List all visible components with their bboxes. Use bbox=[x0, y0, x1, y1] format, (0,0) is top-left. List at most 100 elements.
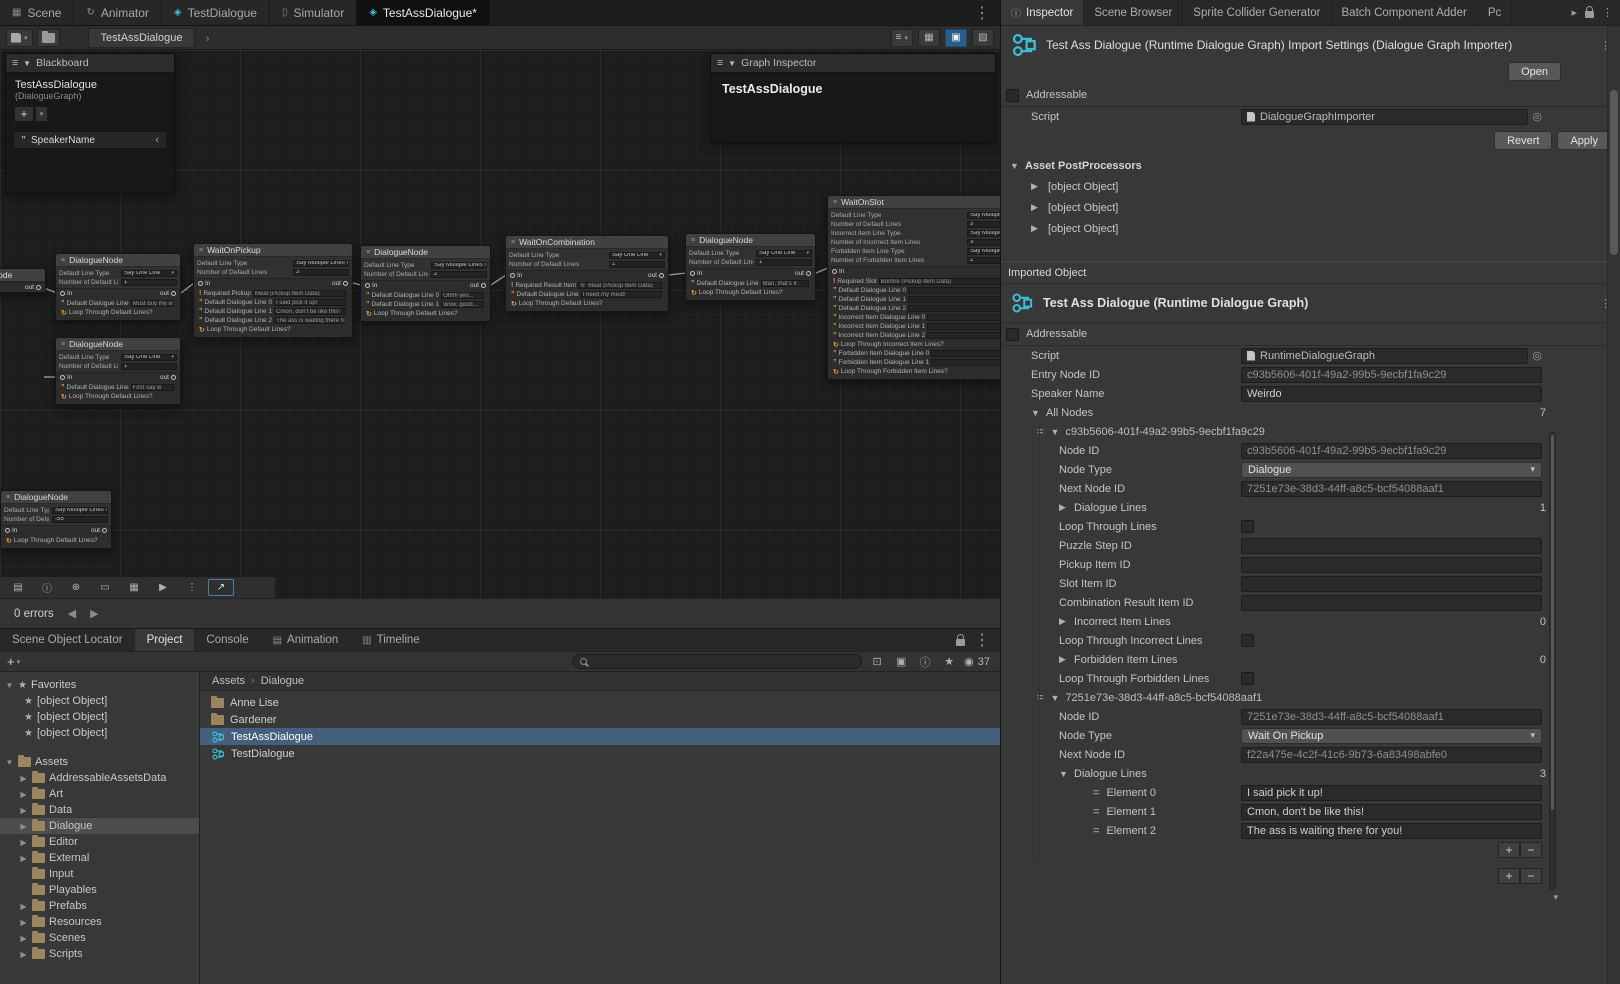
postprocessors-foldout[interactable]: ▼ Asset PostProcessors bbox=[1001, 155, 1620, 176]
expand-arrow-icon[interactable]: ▶ bbox=[19, 934, 28, 943]
speaker-name-field[interactable]: Weirdo bbox=[1241, 386, 1542, 402]
node-output-port[interactable]: out bbox=[795, 270, 811, 277]
node-row-field[interactable]: Must buy my w bbox=[131, 300, 174, 307]
node-row-field[interactable] bbox=[927, 314, 1000, 321]
combination-result-item-id-field[interactable] bbox=[1241, 595, 1542, 611]
slot-item-id-field[interactable] bbox=[1241, 576, 1542, 592]
drag-handle-icon[interactable]: = bbox=[1037, 692, 1043, 704]
node-input-port[interactable]: In bbox=[60, 374, 72, 381]
expand-arrow-icon[interactable]: ▶ bbox=[19, 774, 28, 783]
node-parameter-value[interactable]: 1 bbox=[609, 261, 665, 268]
previous-error-button[interactable]: ◀ bbox=[68, 607, 76, 620]
project-toolbar-icon-button[interactable]: ⓘ bbox=[916, 654, 934, 670]
scroll-down-icon[interactable]: ▾ bbox=[1553, 892, 1558, 903]
next-node-id-field[interactable]: f22a475e-4c2f-41c6-9b73-6a83498abfe0 bbox=[1241, 747, 1542, 763]
entry-node-id-field[interactable]: c93b5606-401f-49a2-99b5-9ecbf1fa9c29 bbox=[1241, 367, 1542, 383]
script-field[interactable]: DialogueGraphImporter bbox=[1241, 109, 1528, 125]
toggle-list-button[interactable]: ≡▾ bbox=[891, 29, 913, 47]
node-row-field[interactable]: Bonfire (Pickup Item Data) bbox=[879, 278, 1000, 285]
node-input-port[interactable]: In bbox=[5, 527, 17, 534]
graph-node[interactable]: ≡ DialogueNode Default Line Type Say One… bbox=[55, 253, 181, 321]
search-input[interactable] bbox=[592, 656, 854, 668]
collapse-arrow-icon[interactable]: ▼ bbox=[728, 59, 736, 68]
node-row-field[interactable]: Wow, good... bbox=[441, 301, 484, 308]
node-row-field[interactable] bbox=[927, 332, 1000, 339]
node-row-field[interactable] bbox=[927, 323, 1000, 330]
expand-arrow-icon[interactable]: ▶ bbox=[19, 918, 28, 927]
lock-icon[interactable] bbox=[956, 639, 965, 646]
node-id-field[interactable]: c93b5606-401f-49a2-99b5-9ecbf1fa9c29 bbox=[1241, 443, 1542, 459]
node-parameter-value[interactable]: 1 bbox=[121, 279, 177, 286]
breadcrumb-root[interactable]: Assets bbox=[212, 675, 245, 687]
node-row-field[interactable]: Cmon, don't be like this! bbox=[274, 308, 346, 315]
tree-folder-item[interactable]: ▶ Input bbox=[0, 866, 199, 882]
scrollbar-thumb[interactable] bbox=[1610, 90, 1618, 255]
node-row-field[interactable] bbox=[908, 296, 1000, 303]
loop-through-lines-checkbox[interactable] bbox=[1241, 520, 1254, 533]
node-row-field[interactable]: The ass is waiting there for you! bbox=[274, 317, 346, 324]
inspector-scrollbar[interactable] bbox=[1607, 26, 1620, 984]
node-row-field[interactable]: N_Meat (Pickup Item Data) bbox=[578, 282, 662, 289]
document-tab[interactable]: ▯ Simulator bbox=[270, 0, 357, 25]
node-parameter-value[interactable]: Say Multiple Lines bbox=[52, 507, 108, 514]
node-parameter-value[interactable]: Say Multiple Lines bbox=[967, 230, 1000, 237]
assets-root-item[interactable]: ▼ Assets bbox=[0, 754, 199, 770]
expand-arrow-icon[interactable]: ▼ bbox=[5, 758, 14, 767]
project-asset-row[interactable]: Gardener bbox=[200, 711, 1000, 728]
dialogue-line-field[interactable]: The ass is waiting there for you! bbox=[1241, 823, 1542, 839]
expand-arrow-icon[interactable]: ▶ bbox=[19, 806, 28, 815]
puzzle-step-id-field[interactable] bbox=[1241, 538, 1542, 554]
node-header[interactable]: ≡ DialogueNode bbox=[361, 246, 490, 259]
addressable-checkbox[interactable] bbox=[1006, 89, 1019, 102]
foldout-arrow-icon[interactable]: ▶ bbox=[1059, 654, 1070, 665]
node-row-field[interactable] bbox=[931, 359, 1000, 366]
open-button[interactable]: Open bbox=[1508, 62, 1561, 81]
tree-folder-item[interactable]: ▶ Scripts bbox=[0, 946, 199, 962]
bottom-panel-tab[interactable]: ▥ Timeline bbox=[350, 629, 431, 651]
graph-node[interactable]: ≡ WaitOnSlot Default Line Type Say Multi… bbox=[827, 195, 1000, 380]
graph-footer-icon-button[interactable]: ▤ bbox=[5, 579, 31, 596]
loop-through-incorrect-checkbox[interactable] bbox=[1241, 634, 1254, 647]
visibility-toggle[interactable]: ◉ 37 bbox=[964, 655, 993, 668]
node-parameter-value[interactable]: 2 bbox=[431, 271, 487, 278]
tree-folder-item[interactable]: ▶ Art bbox=[0, 786, 199, 802]
node-row-field[interactable]: Man, that's it bbox=[761, 280, 809, 287]
node-header[interactable]: ≡ WaitOnPickup bbox=[194, 244, 352, 257]
add-property-button[interactable]: + bbox=[14, 106, 34, 122]
project-toolbar-icon-button[interactable]: ★ bbox=[940, 655, 958, 668]
tab-scroll-arrow-icon[interactable]: ▸ bbox=[1571, 6, 1577, 19]
object-picker-icon[interactable]: ◎ bbox=[1532, 349, 1542, 362]
node-type-dropdown[interactable]: Dialogue▾ bbox=[1241, 462, 1542, 478]
node-parameter-value[interactable]: Say One Line bbox=[121, 270, 177, 277]
expand-arrow-icon[interactable]: ▶ bbox=[19, 902, 28, 911]
expand-arrow-icon[interactable]: ▶ bbox=[19, 790, 28, 799]
node-input-port[interactable]: In bbox=[365, 282, 377, 289]
pickup-item-id-field[interactable] bbox=[1241, 557, 1542, 573]
collapse-arrow-icon[interactable]: ▼ bbox=[23, 59, 31, 68]
node-row-field[interactable]: I said pick it up! bbox=[274, 299, 346, 306]
show-in-project-button[interactable] bbox=[37, 29, 60, 47]
node-input-port[interactable]: In bbox=[198, 280, 210, 287]
node-input-port[interactable]: In bbox=[510, 272, 522, 279]
revert-button[interactable]: Revert bbox=[1494, 131, 1552, 150]
node-parameter-value[interactable]: Say Multiple Lines bbox=[293, 260, 349, 267]
remove-node-button[interactable]: − bbox=[1520, 868, 1542, 884]
expand-arrow-icon[interactable]: ▶ bbox=[19, 822, 28, 831]
node-header[interactable]: ≡ WaitOnCombination bbox=[506, 236, 668, 249]
tree-folder-item[interactable]: ▶ Scenes bbox=[0, 930, 199, 946]
graph-node[interactable]: ≡ WaitOnPickup Default Line Type Say Mul… bbox=[193, 243, 353, 338]
node-header[interactable]: ≡ DialogueNode bbox=[1, 491, 111, 504]
expand-arrow-icon[interactable]: ▶ bbox=[19, 854, 28, 863]
node-header[interactable]: ≡ StartNode bbox=[0, 269, 45, 282]
foldout-arrow-icon[interactable]: ▼ bbox=[1050, 693, 1061, 703]
node-input-port[interactable]: In bbox=[832, 268, 844, 275]
node-row-field[interactable] bbox=[931, 350, 1000, 357]
object-picker-icon[interactable]: ◎ bbox=[1532, 110, 1542, 123]
expand-arrow-icon[interactable]: ▶ bbox=[19, 838, 28, 847]
add-property-dropdown-icon[interactable]: ▾ bbox=[40, 110, 44, 118]
node-parameter-value[interactable]: 3 bbox=[967, 221, 1000, 228]
scrollbar-thumb[interactable] bbox=[1551, 435, 1554, 810]
inspector-tab[interactable]: Batch Component Adder bbox=[1332, 0, 1478, 25]
foldout-arrow-icon[interactable]: ▼ bbox=[1059, 769, 1070, 779]
node-output-port[interactable]: out bbox=[648, 272, 664, 279]
